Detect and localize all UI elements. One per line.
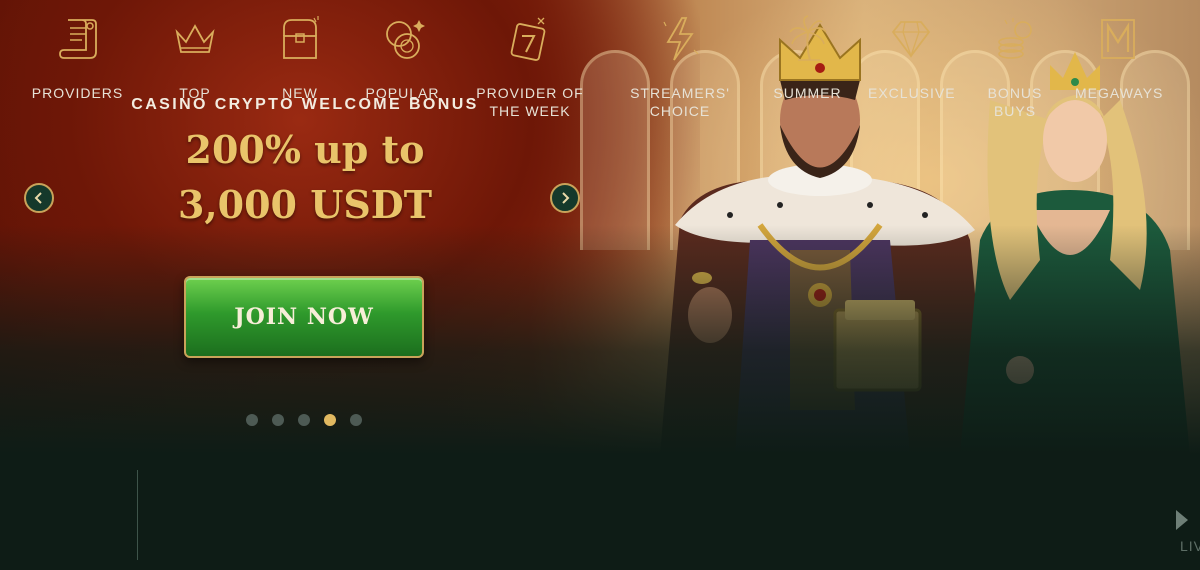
category-megaways[interactable]: MEGAWAYS [1075, 14, 1164, 114]
category-providers[interactable]: PROVIDERS [30, 14, 125, 114]
carousel-next-button[interactable] [550, 183, 580, 213]
palm-tree-icon [788, 15, 827, 61]
megaways-m-icon [1100, 19, 1135, 59]
carousel-dot-3[interactable] [298, 414, 310, 426]
carousel-dot-5[interactable] [350, 414, 362, 426]
category-top[interactable]: TOP [155, 14, 235, 114]
category-bonus-buys[interactable]: BONUS BUYS [965, 14, 1065, 119]
category-provider-of-the-week[interactable]: PROVIDER OF THE WEEK [465, 14, 595, 119]
promo-block: CASINO CRYPTO WELCOME BONUS 200% up to 3… [120, 96, 490, 232]
category-label: POPULAR [365, 85, 440, 101]
promo-headline-line1: 200% up to [185, 127, 425, 172]
category-bar [0, 455, 1200, 570]
join-now-button[interactable]: JOIN NOW [184, 276, 424, 358]
carousel-prev-button[interactable] [24, 183, 54, 213]
carousel-dot-2[interactable] [272, 414, 284, 426]
category-label: NEW [282, 85, 318, 101]
chevron-right-icon [562, 192, 570, 204]
category-popular[interactable]: POPULAR [360, 14, 445, 114]
category-label: TOP [179, 85, 211, 101]
category-label: EXCLUSIVE [868, 85, 956, 101]
carousel-dot-1[interactable] [246, 414, 258, 426]
category-exclusive[interactable]: EXCLUSIVE [868, 14, 956, 114]
category-label: BONUS BUYS [987, 85, 1043, 119]
category-scroll-right-icon[interactable] [1172, 506, 1192, 534]
diamond-icon [891, 21, 930, 59]
carousel-pagination [246, 414, 362, 426]
category-label: STREAMERS' CHOICE [630, 85, 730, 119]
category-label: MEGAWAYS [1075, 85, 1164, 101]
treasure-chest-icon [283, 16, 319, 59]
crown-icon [175, 24, 215, 53]
category-new[interactable]: NEW [260, 14, 340, 114]
chevron-left-icon [34, 192, 42, 204]
category-divider [137, 470, 138, 560]
carousel-dot-4[interactable] [324, 414, 336, 426]
promo-headline-line2: 3,000 USDT [177, 182, 433, 227]
lightning-icon [663, 17, 699, 61]
category-summer[interactable]: SUMMER [765, 14, 850, 114]
category-streamers-choice[interactable]: STREAMERS' CHOICE [625, 14, 735, 119]
calendar-seven-icon [510, 17, 546, 61]
scroll-icon [58, 19, 97, 59]
category-label: PROVIDERS [31, 85, 124, 101]
coins-icon [385, 20, 425, 59]
category-label: SUMMER [773, 85, 842, 101]
coin-stack-icon [998, 18, 1032, 59]
category-label: PROVIDER OF THE WEEK [476, 85, 584, 119]
category-next-label: LIV [1180, 538, 1200, 554]
